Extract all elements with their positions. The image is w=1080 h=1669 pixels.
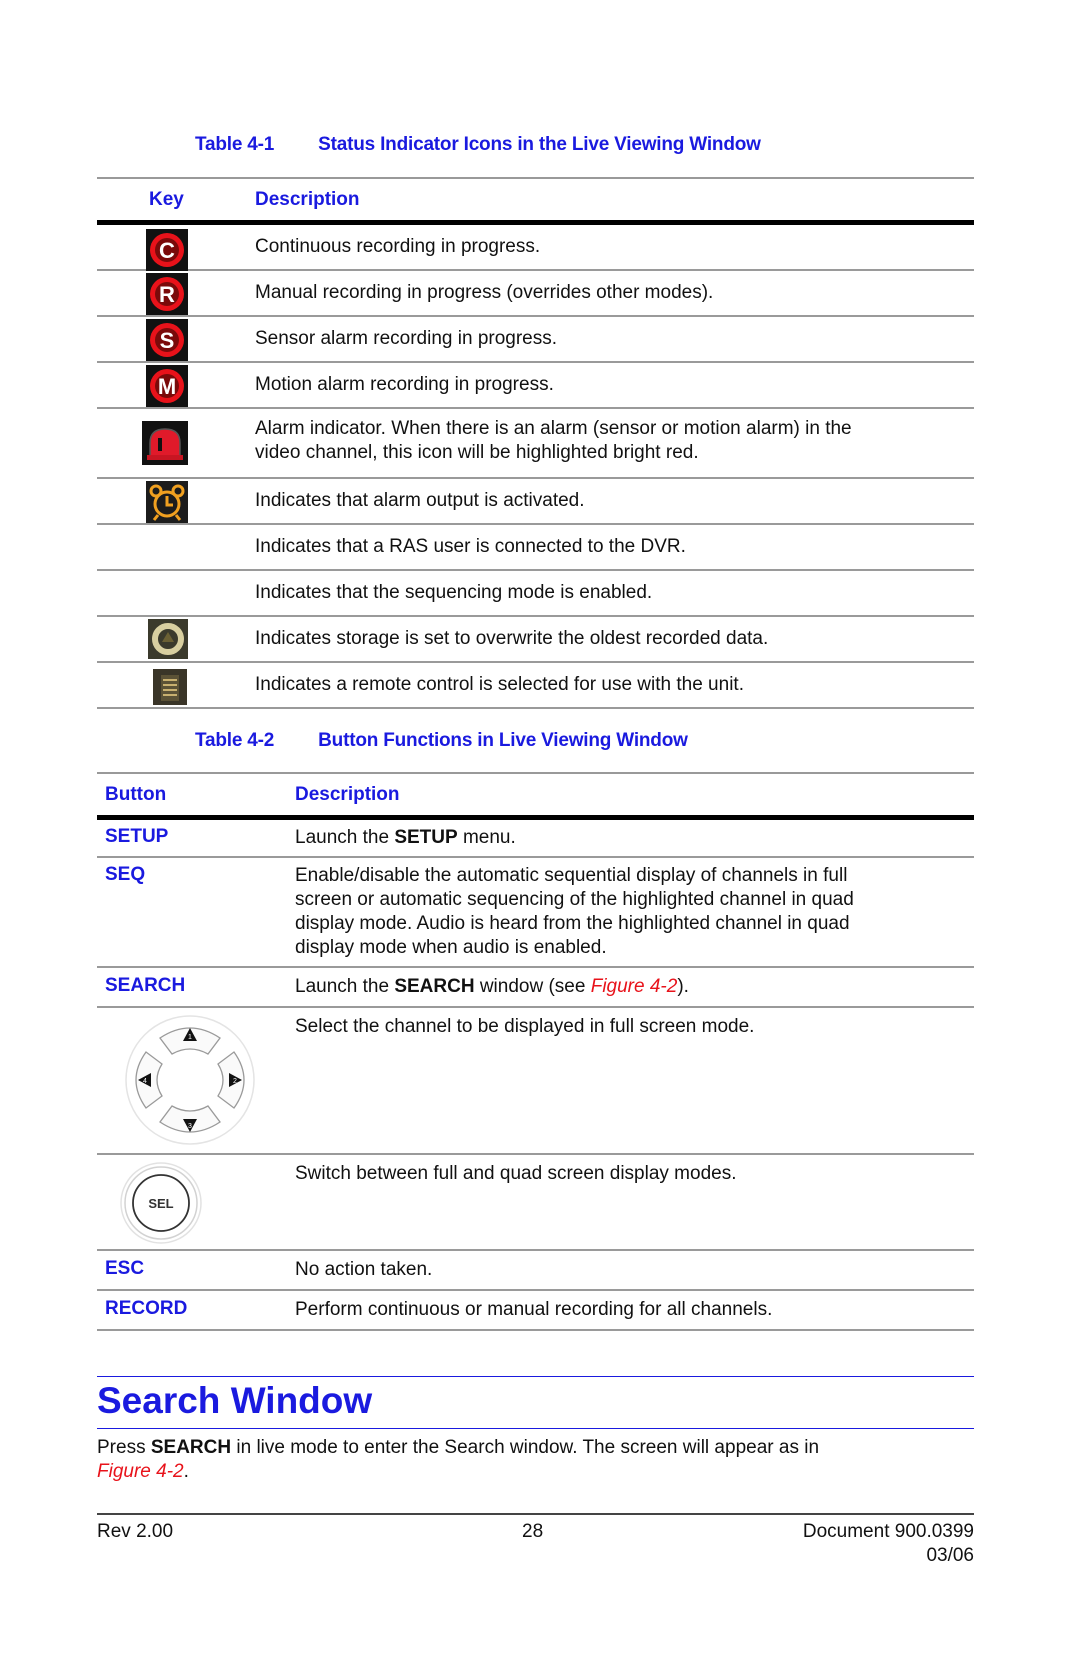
- row-description-line: Alarm indicator. When there is an alarm …: [255, 418, 852, 439]
- table-row: SETUP Launch the SETUP menu.: [97, 820, 974, 858]
- para-text: Press: [97, 1437, 151, 1458]
- arrow-right-label: 2: [233, 1078, 237, 1085]
- table-row: Indicates that a RAS user is connected t…: [97, 525, 974, 571]
- table-row: Indicates a remote control is selected f…: [97, 663, 974, 709]
- row-description: Continuous recording in progress.: [255, 236, 541, 257]
- sel-label: SEL: [148, 1196, 173, 1211]
- section-paragraph: Press SEARCH in live mode to enter the S…: [97, 1436, 974, 1484]
- header-description: Description: [255, 189, 360, 210]
- arrow-left-label: 4: [143, 1078, 147, 1085]
- table-row: Indicates that the sequencing mode is en…: [97, 571, 974, 617]
- row-description: Launch the SETUP menu.: [295, 826, 516, 850]
- row-description: Launch the SEARCH window (see Figure 4-2…: [295, 975, 689, 999]
- desc-text: Launch the: [295, 827, 395, 848]
- table-row: RECORD Perform continuous or manual reco…: [97, 1291, 974, 1331]
- section-rule-bottom: [97, 1428, 974, 1429]
- section-title: Search Window: [97, 1380, 373, 1421]
- continuous-recording-icon: C: [146, 229, 188, 271]
- button-key: ESC: [105, 1258, 145, 1279]
- row-description-line: display mode when audio is enabled.: [295, 937, 607, 958]
- row-description: Indicates that the sequencing mode is en…: [255, 582, 653, 603]
- manual-recording-icon: R: [146, 273, 188, 315]
- row-description: Indicates storage is set to overwrite th…: [255, 628, 769, 649]
- table-number: Table 4-1: [195, 134, 275, 155]
- row-description-line: display mode. Audio is heard from the hi…: [295, 913, 850, 934]
- table-row: Indicates that alarm output is activated…: [97, 479, 974, 525]
- row-description-line: Enable/disable the automatic sequential …: [295, 865, 848, 886]
- table-row: S Sensor alarm recording in progress.: [97, 317, 974, 363]
- table-row: Indicates storage is set to overwrite th…: [97, 617, 974, 663]
- button-key: RECORD: [105, 1298, 188, 1319]
- table-title: Button Functions in Live Viewing Window: [318, 730, 688, 751]
- row-description: Perform continuous or manual recording f…: [295, 1299, 773, 1320]
- table-title: Status Indicator Icons in the Live Viewi…: [318, 134, 761, 155]
- button-key: SEARCH: [105, 975, 186, 996]
- desc-text: Launch the: [295, 976, 395, 997]
- figure-link[interactable]: Figure 4-2: [97, 1461, 184, 1482]
- para-text: .: [183, 1461, 189, 1482]
- row-description: Sensor alarm recording in progress.: [255, 328, 558, 349]
- row-description: Motion alarm recording in progress.: [255, 374, 554, 395]
- table-4-1-header: Key Description: [97, 177, 974, 219]
- button-key: SETUP: [105, 826, 169, 847]
- row-description: Select the channel to be displayed in fu…: [295, 1016, 755, 1037]
- desc-text: window (see: [474, 976, 591, 997]
- table-row: ESC No action taken.: [97, 1251, 974, 1291]
- header-key: Key: [149, 189, 184, 210]
- svg-text:M: M: [158, 374, 176, 399]
- svg-text:C: C: [159, 238, 175, 263]
- para-bold: SEARCH: [150, 1437, 232, 1458]
- button-key: SEQ: [105, 864, 146, 885]
- table-row: SEQ Enable/disable the automatic sequent…: [97, 858, 974, 968]
- footer-document-number: Document 900.0399: [802, 1521, 974, 1542]
- directional-pad-icon: 1 2 3 4: [125, 1015, 255, 1145]
- table-row: C Continuous recording in progress.: [97, 225, 974, 271]
- row-description-line: screen or automatic sequencing of the hi…: [295, 889, 854, 910]
- table-row: M Motion alarm recording in progress.: [97, 363, 974, 409]
- footer-page-number: 28: [522, 1521, 544, 1542]
- table-row: R Manual recording in progress (override…: [97, 271, 974, 317]
- row-description: Manual recording in progress (overrides …: [255, 282, 714, 303]
- header-description: Description: [295, 784, 400, 805]
- table-number: Table 4-2: [195, 730, 275, 751]
- table-4-1-caption: Table 4-1 Status Indicator Icons in the L…: [195, 134, 761, 156]
- table-4-2-caption: Table 4-2 Button Functions in Live Viewin…: [195, 730, 688, 752]
- table-row: Alarm indicator. When there is an alarm …: [97, 409, 974, 479]
- desc-bold: SETUP: [394, 827, 458, 848]
- table-row: 1 2 3 4 Select the channel to be display…: [97, 1008, 974, 1155]
- figure-link[interactable]: Figure 4-2: [591, 976, 678, 997]
- recycle-overwrite-icon: [148, 619, 188, 659]
- sel-button-icon: SEL: [120, 1162, 202, 1244]
- row-description: Alarm indicator. When there is an alarm …: [255, 417, 852, 465]
- svg-text:S: S: [160, 328, 175, 353]
- footer-revision: Rev 2.00: [97, 1521, 174, 1542]
- motion-alarm-recording-icon: M: [146, 365, 188, 407]
- alarm-clock-icon: [146, 481, 188, 523]
- table-row: SEL Switch between full and quad screen …: [97, 1155, 974, 1251]
- desc-text: menu.: [457, 827, 516, 848]
- row-description: No action taken.: [295, 1259, 433, 1280]
- table-4-2-header: Button Description: [97, 772, 974, 814]
- arrow-down-label: 3: [188, 1123, 192, 1130]
- footer-date: 03/06: [926, 1545, 974, 1566]
- arrow-up-label: 1: [188, 1034, 192, 1041]
- row-description: Switch between full and quad screen disp…: [295, 1163, 737, 1184]
- header-button: Button: [105, 784, 167, 805]
- footer-rule: [97, 1513, 974, 1515]
- para-text: in live mode to enter the Search window.…: [231, 1437, 820, 1458]
- svg-text:R: R: [159, 282, 175, 307]
- sensor-alarm-recording-icon: S: [146, 319, 188, 361]
- alarm-indicator-icon: [142, 421, 188, 465]
- row-description: Indicates that a RAS user is connected t…: [255, 536, 686, 557]
- desc-bold: SEARCH: [394, 976, 475, 997]
- row-description: Indicates that alarm output is activated…: [255, 490, 585, 511]
- row-description: Indicates a remote control is selected f…: [255, 674, 744, 695]
- row-description-line: video channel, this icon will be highlig…: [255, 442, 699, 463]
- row-description: Enable/disable the automatic sequential …: [295, 864, 854, 960]
- desc-text: ).: [677, 976, 689, 997]
- remote-control-icon: [153, 669, 187, 705]
- table-row: SEARCH Launch the SEARCH window (see Fig…: [97, 968, 974, 1008]
- section-rule-top: [97, 1376, 974, 1377]
